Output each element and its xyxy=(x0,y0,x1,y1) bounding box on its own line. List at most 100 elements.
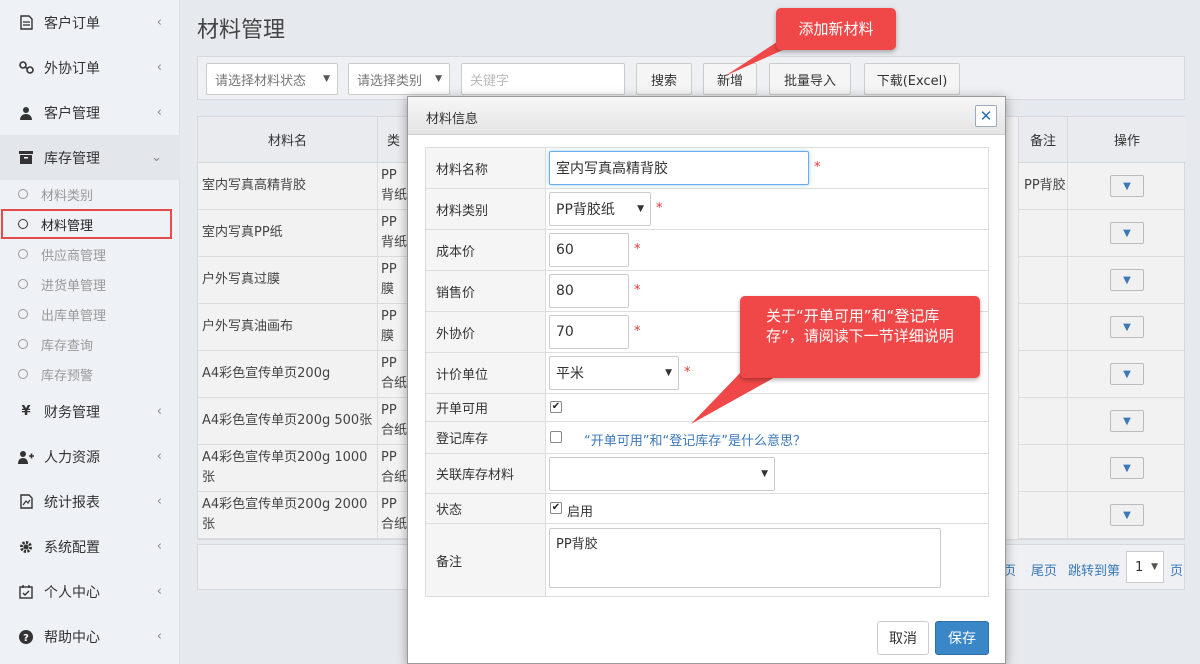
sub-material-management[interactable]: 材料管理 xyxy=(0,209,180,239)
circle-icon xyxy=(18,369,28,379)
category-select[interactable]: 请选择类别 ▼ xyxy=(348,63,450,95)
download-excel-button[interactable]: 下载(Excel) xyxy=(864,63,960,95)
row-6-note xyxy=(1018,398,1068,445)
nav-customer-management[interactable]: 客户管理 ‹ xyxy=(0,90,180,135)
cancel-button[interactable]: 取消 xyxy=(877,621,929,655)
checkmark-icon: ✔ xyxy=(551,502,561,513)
pager-last-page[interactable]: 尾页 xyxy=(1031,560,1057,579)
nav-inventory-management[interactable]: 库存管理 ⌄ xyxy=(0,135,180,180)
label-material-category: 材料类别 xyxy=(426,189,546,229)
keyword-input[interactable]: 关键字 xyxy=(461,63,625,95)
row-2-type: PP背纸 xyxy=(378,210,410,257)
row-action-dropdown[interactable]: ▼ xyxy=(1110,175,1144,197)
row-action-dropdown[interactable]: ▼ xyxy=(1110,504,1144,526)
nav-statistics-reports[interactable]: 统计报表 ‹ xyxy=(0,479,180,524)
cost-price-input[interactable]: 60 xyxy=(549,233,629,267)
billable-checkbox[interactable]: ✔ xyxy=(550,401,562,413)
checkmark-icon: ✔ xyxy=(551,401,561,412)
row-action-dropdown[interactable]: ▼ xyxy=(1110,269,1144,291)
material-name-input[interactable]: 室内写真高精背胶 xyxy=(549,151,809,185)
row-status: 状态 ✔ 启用 xyxy=(426,494,988,524)
search-button[interactable]: 搜索 xyxy=(636,63,692,95)
callout-add-new-material: 添加新材料 xyxy=(776,8,896,50)
sub-material-category[interactable]: 材料类别 xyxy=(0,179,180,209)
sub-outbound-management[interactable]: 出库单管理 xyxy=(0,299,180,329)
chevron-left-icon: ‹ xyxy=(156,449,162,464)
row-action-dropdown[interactable]: ▼ xyxy=(1110,222,1144,244)
sub-supplier-management[interactable]: 供应商管理 xyxy=(0,239,180,269)
nav-human-resources[interactable]: 人力资源 ‹ xyxy=(0,434,180,479)
required-mark: * xyxy=(814,160,821,175)
row-2-name: 室内写真PP纸 xyxy=(198,210,378,257)
nav-customer-orders[interactable]: 客户订单 ‹ xyxy=(0,0,180,45)
question-icon: ? xyxy=(18,629,34,645)
help-link[interactable]: “开单可用”和“登记库存”是什么意思？ xyxy=(584,430,806,449)
callout-help-explanation: 关于“开单可用”和“登记库存”，请阅读下一节详细说明 xyxy=(740,296,980,378)
status-enabled-checkbox[interactable]: ✔ xyxy=(550,502,562,514)
page-number-select[interactable]: 1 ▼ xyxy=(1126,551,1164,583)
nav-system-config[interactable]: 系统配置 ‹ xyxy=(0,524,180,569)
row-1-note: PP背胶 xyxy=(1018,163,1068,210)
caret-down-icon: ▼ xyxy=(761,469,768,479)
row-2-action: ▼ xyxy=(1068,210,1186,257)
yen-icon: ¥ xyxy=(21,404,31,419)
row-action-dropdown[interactable]: ▼ xyxy=(1110,457,1144,479)
row-8-name: A4彩色宣传单页200g 2000张 xyxy=(198,492,378,539)
note-textarea[interactable]: PP背胶 xyxy=(549,528,941,588)
row-action-dropdown[interactable]: ▼ xyxy=(1110,316,1144,338)
required-mark: * xyxy=(656,201,663,216)
user-add-icon xyxy=(18,449,34,465)
sub-purchase-order-management[interactable]: 进货单管理 xyxy=(0,269,180,299)
caret-down-icon: ▼ xyxy=(1123,180,1131,192)
pricing-unit-select[interactable]: 平米 ▼ xyxy=(549,356,679,390)
nav-help-center[interactable]: ? 帮助中心 ‹ xyxy=(0,614,180,659)
row-8-action: ▼ xyxy=(1068,492,1186,539)
row-action-dropdown[interactable]: ▼ xyxy=(1110,363,1144,385)
row-4-action: ▼ xyxy=(1068,304,1186,351)
required-mark: * xyxy=(634,324,641,339)
row-6-name: A4彩色宣传单页200g 500张 xyxy=(198,398,378,445)
label-material-name: 材料名称 xyxy=(426,148,546,188)
outsource-price-input[interactable]: 70 xyxy=(549,315,629,349)
row-cost-price: 成本价 60 * xyxy=(426,230,988,271)
chevron-down-icon: ⌄ xyxy=(151,150,162,165)
sub-inventory-query[interactable]: 库存查询 xyxy=(0,329,180,359)
caret-down-icon: ▼ xyxy=(1123,321,1131,333)
circle-icon xyxy=(18,339,28,349)
header-note: 备注 xyxy=(1018,117,1068,163)
label-linked-material: 关联库存材料 xyxy=(426,454,546,493)
chevron-left-icon: ‹ xyxy=(156,629,162,644)
sub-inventory-alert[interactable]: 库存预警 xyxy=(0,359,180,389)
status-enabled-label: 启用 xyxy=(567,505,594,520)
label-outsource-price: 外协价 xyxy=(426,312,546,352)
chevron-left-icon: ‹ xyxy=(156,494,162,509)
circle-icon xyxy=(18,279,28,289)
row-5-action: ▼ xyxy=(1068,351,1186,398)
register-stock-checkbox[interactable] xyxy=(550,431,562,443)
nav-finance-management[interactable]: ¥ 财务管理 ‹ xyxy=(0,389,180,434)
document-icon xyxy=(18,15,34,31)
chevron-left-icon: ‹ xyxy=(156,60,162,75)
caret-down-icon: ▼ xyxy=(323,74,330,84)
row-8-note xyxy=(1018,492,1068,539)
save-button[interactable]: 保存 xyxy=(935,621,989,655)
status-select[interactable]: 请选择材料状态 ▼ xyxy=(206,63,338,95)
nav-outsource-orders[interactable]: 外协订单 ‹ xyxy=(0,45,180,90)
sale-price-input[interactable]: 80 xyxy=(549,274,629,308)
dialog-header: 材料信息 ✕ xyxy=(408,97,1005,135)
row-4-name: 户外写真油画布 xyxy=(198,304,378,351)
gear-icon xyxy=(18,539,34,555)
header-action: 操作 xyxy=(1068,117,1186,163)
nav-personal-center[interactable]: 个人中心 ‹ xyxy=(0,569,180,614)
circle-icon xyxy=(18,189,28,199)
row-action-dropdown[interactable]: ▼ xyxy=(1110,410,1144,432)
row-6-type: PP合纸 xyxy=(378,398,410,445)
row-6-action: ▼ xyxy=(1068,398,1186,445)
calendar-check-icon xyxy=(18,584,34,600)
row-2-note xyxy=(1018,210,1068,257)
required-mark: * xyxy=(634,242,641,257)
close-button[interactable]: ✕ xyxy=(975,105,997,127)
label-register-stock: 登记库存 xyxy=(426,422,546,453)
material-category-select[interactable]: PP背胶纸 ▼ xyxy=(549,192,651,226)
linked-material-select[interactable]: ▼ xyxy=(549,457,775,491)
